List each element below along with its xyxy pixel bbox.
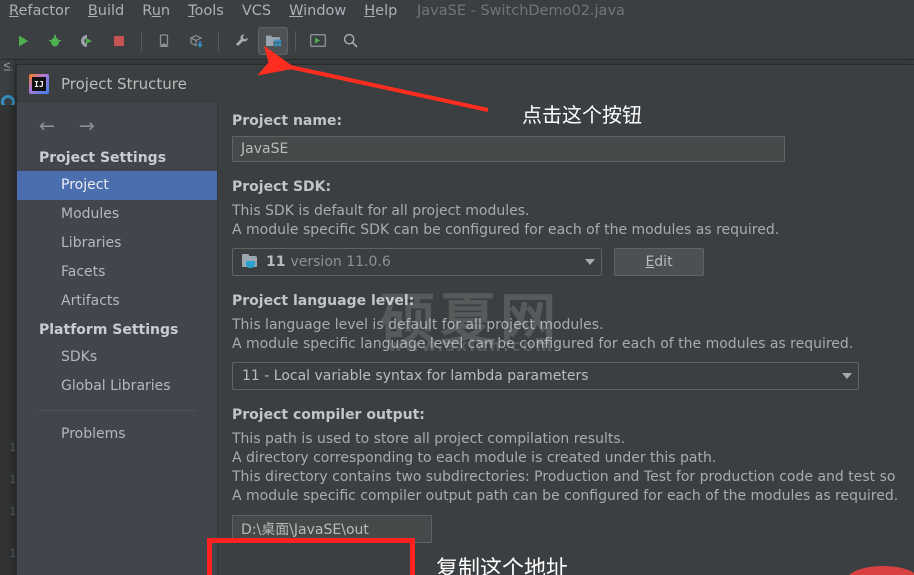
chevron-down-icon[interactable] [842,373,852,379]
settings-wrench-icon[interactable] [226,27,256,55]
intellij-logo-icon: IJ [29,74,49,94]
compiler-output-desc-2: A directory corresponding to each module… [232,450,717,466]
project-sdk-section: Project SDK: This SDK is default for all… [232,179,914,276]
back-arrow-icon[interactable]: ← [39,117,55,136]
sidebar-item-project[interactable]: Project [17,171,217,200]
dialog-main-panel: Project name: JavaSE Project SDK: This S… [218,103,914,575]
ide-toolbar [0,22,914,60]
language-level-label: Project language level: [232,293,415,309]
project-name-value: JavaSE [241,141,289,157]
project-sdk-version-bold: 11 [266,254,286,270]
compiler-output-desc-4: A module specific compiler output path c… [232,488,899,504]
language-level-dropdown[interactable]: 11 - Local variable syntax for lambda pa… [232,362,859,390]
device-manager-icon[interactable] [149,27,179,55]
language-level-desc-2: A module specific language level can be … [232,336,854,352]
language-level-value: 11 - Local variable syntax for lambda pa… [242,368,589,384]
sidebar-item-libraries[interactable]: Libraries [17,229,217,258]
dialog-title-bar: IJ Project Structure [17,65,914,103]
sidebar-item-global-libraries[interactable]: Global Libraries [17,372,217,401]
project-sdk-desc-2: A module specific SDK can be configured … [232,222,780,238]
run-icon[interactable] [8,27,38,55]
menu-item-vcs[interactable]: VCS [233,0,280,22]
language-level-section: Project language level: This language le… [232,293,914,390]
menu-item-run[interactable]: Run [133,0,179,22]
intellij-logo-text: IJ [32,77,46,91]
toolbar-separator [295,30,296,51]
edit-button-mnemonic: E [645,254,655,270]
toolbar-separator [141,30,142,51]
line-number: 1 [9,505,16,518]
edit-button-rest: dit [654,254,673,270]
run-coverage-icon[interactable] [72,27,102,55]
compiler-output-label: Project compiler output: [232,407,425,423]
annotation-copy-this-path: 复制这个地址 [436,557,569,575]
project-name-input[interactable]: JavaSE [232,136,785,162]
menu-item-window[interactable]: Window [280,0,355,22]
screenshot-root: Refactor Build Run Tools VCS Window Help… [0,0,914,575]
edit-sdk-button[interactable]: Edit [614,248,704,276]
ide-window-title: JavaSE - SwitchDemo02.java [417,3,625,19]
red-highlight-box-compiler-output [207,538,415,575]
sidebar-divider [39,410,195,411]
terminal-icon[interactable] [303,27,333,55]
line-number: 1 [9,547,16,560]
sidebar-section-header-project-settings: Project Settings [39,150,167,166]
line-number: 1 [9,441,16,454]
annotation-click-this-button: 点击这个按钮 [522,103,642,127]
language-level-desc-1: This language level is default for all p… [232,317,604,333]
sidebar-section-header-platform-settings: Platform Settings [39,322,179,338]
chevron-down-icon[interactable] [585,259,595,265]
sidebar-item-artifacts[interactable]: Artifacts [17,287,217,316]
dialog-sidebar: ← → Project Settings Project Modules Lib… [17,103,218,575]
line-number: 1 [9,473,16,486]
dialog-title: Project Structure [61,75,187,93]
menu-item-refactor[interactable]: Refactor [0,0,79,22]
debug-icon[interactable] [40,27,70,55]
compiler-output-section: Project compiler output: This path is us… [232,407,914,543]
sync-gradle-icon[interactable] [181,27,211,55]
compiler-output-desc-3: This directory contains two subdirectori… [232,469,896,485]
menu-item-build[interactable]: Build [79,0,133,22]
toolbar-separator [218,30,219,51]
sidebar-item-modules[interactable]: Modules [17,200,217,229]
sidebar-item-sdks[interactable]: SDKs [17,343,217,372]
sidebar-item-problems[interactable]: Problems [17,420,217,449]
ide-left-tab-label[interactable]: vi [1,62,14,72]
compiler-output-path-value: D:\桌面\JavaSE\out [241,522,369,538]
stop-icon[interactable] [104,27,134,55]
project-sdk-version-rest: version 11.0.6 [290,254,391,270]
forward-arrow-icon[interactable]: → [79,117,95,136]
project-structure-dialog: IJ Project Structure ← → Project Setting… [16,64,914,575]
project-sdk-dropdown[interactable]: 11 version 11.0.6 [232,248,602,276]
navigation-arrows: ← → [17,103,217,144]
project-sdk-label: Project SDK: [232,179,332,195]
sidebar-item-facets[interactable]: Facets [17,258,217,287]
search-everywhere-icon[interactable] [335,27,365,55]
compiler-output-desc-1: This path is used to store all project c… [232,431,626,447]
project-structure-icon[interactable] [258,26,288,55]
project-sdk-desc-1: This SDK is default for all project modu… [232,203,530,219]
menu-item-help[interactable]: Help [355,0,406,22]
java-sdk-icon [242,253,259,270]
menu-item-tools[interactable]: Tools [179,0,233,22]
